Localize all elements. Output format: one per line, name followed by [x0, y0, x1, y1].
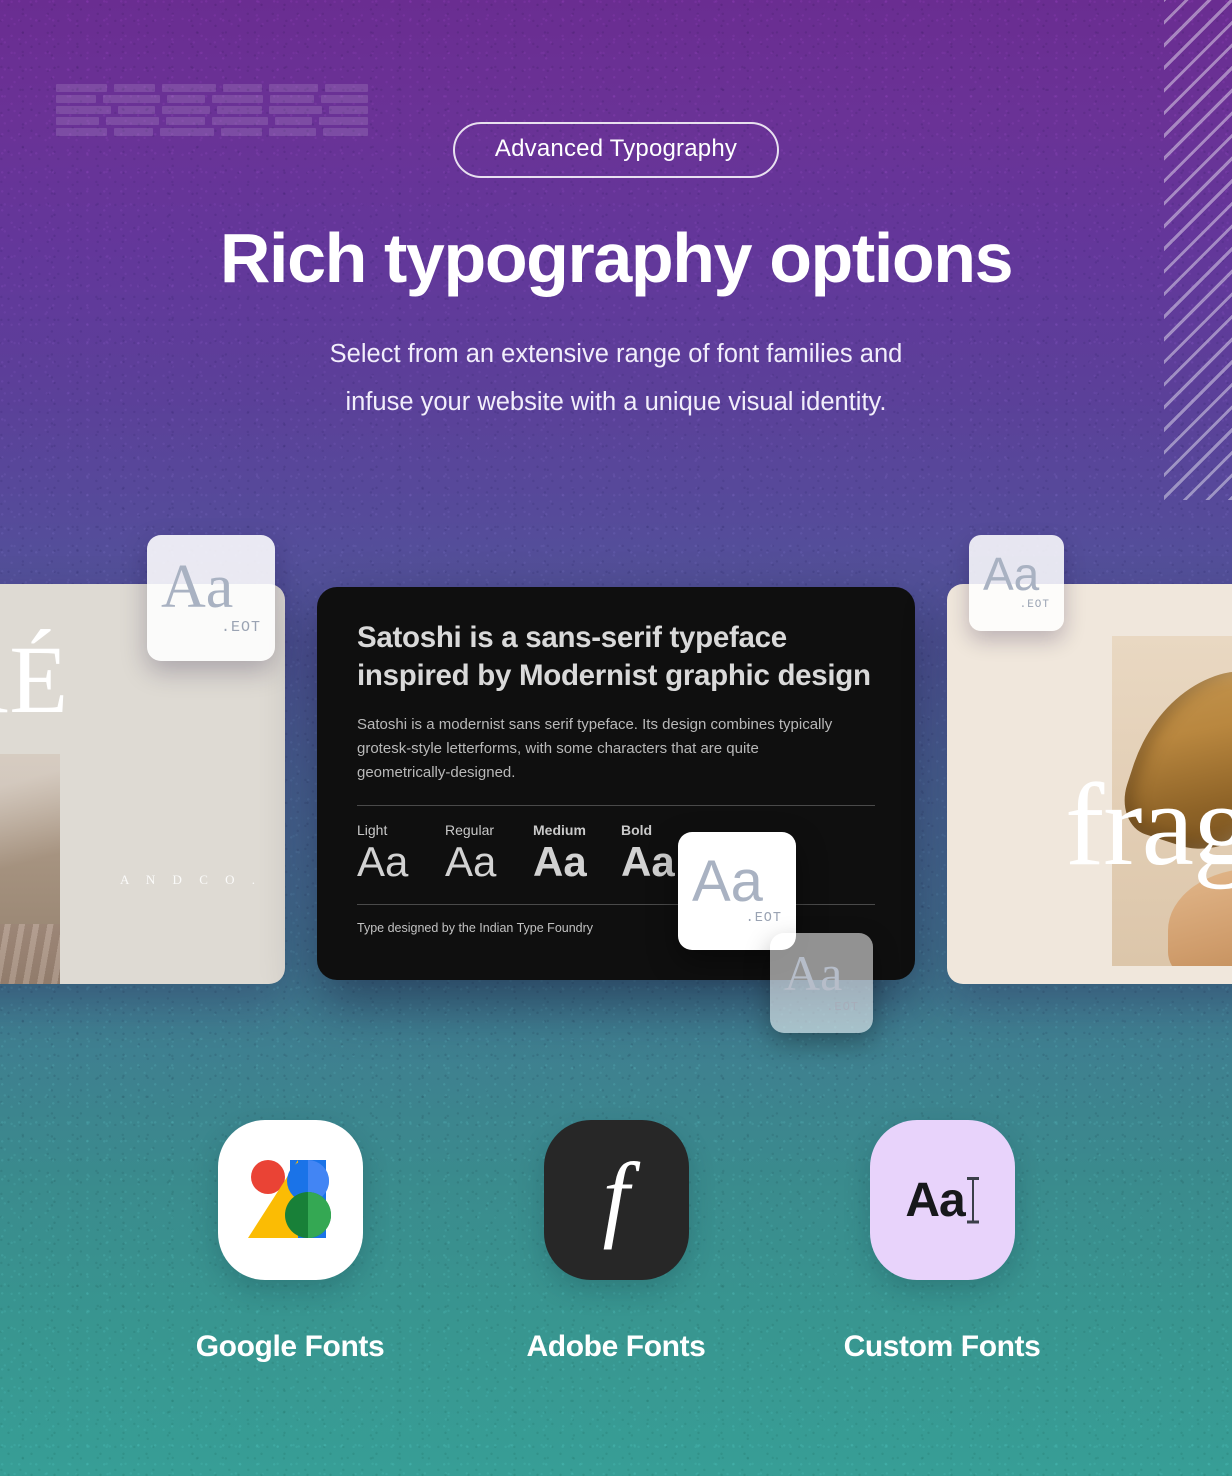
adobe-fonts-icon: f	[602, 1142, 630, 1250]
file-extension-label: .EOT	[745, 911, 782, 927]
font-source-adobe[interactable]: f Adobe Fonts	[527, 1120, 706, 1364]
weight-item-light[interactable]: Light Aa	[357, 822, 445, 884]
weight-item-medium[interactable]: Medium Aa	[533, 822, 621, 884]
font-source-label: Google Fonts	[195, 1330, 385, 1363]
page-title: Rich typography options	[219, 219, 1014, 297]
font-file-badge-eot-1[interactable]: Aa .EOT	[147, 535, 275, 661]
weight-sample: Aa	[533, 838, 587, 886]
weight-sample: Aa	[357, 838, 409, 886]
left-card-photo	[0, 754, 60, 984]
text-cursor-icon	[966, 1177, 979, 1223]
font-source-custom[interactable]: Aa Custom Fonts	[844, 1120, 1041, 1364]
hero-section: Advanced Typography Rich typography opti…	[0, 0, 1232, 426]
right-card-display-word: frag	[1065, 759, 1232, 890]
font-source-label: Custom Fonts	[843, 1330, 1041, 1363]
file-extension-label: .EOT	[220, 618, 261, 636]
satoshi-description: Satoshi is a modernist sans serif typefa…	[357, 715, 833, 782]
satoshi-specimen-card[interactable]: Satoshi is a sans-serif typeface inspire…	[317, 587, 915, 980]
satoshi-heading: Satoshi is a sans-serif typeface inspire…	[357, 621, 871, 692]
aa-glyph-icon: Aa	[692, 848, 763, 914]
subtitle-line-1: Select from an extensive range of font f…	[329, 339, 903, 368]
satoshi-divider-bottom	[357, 904, 875, 906]
left-card-display-word: ORÉ	[0, 626, 70, 733]
file-extension-label: .EOT	[1019, 598, 1050, 611]
subtitle-line-2: infuse your website with a unique visual…	[345, 387, 887, 416]
left-card-tagline: A N D C O .	[120, 872, 263, 887]
weight-name: Regular	[445, 822, 495, 839]
font-source-list: Google Fonts f Adobe Fonts Aa Custom Fon…	[0, 1120, 1232, 1364]
aa-glyph-icon: Aa	[983, 548, 1040, 601]
font-source-google[interactable]: Google Fonts	[196, 1120, 385, 1364]
satoshi-divider-top	[357, 805, 875, 807]
font-file-badge-eot-2[interactable]: Aa .EOT	[969, 535, 1064, 631]
weight-item-regular[interactable]: Regular Aa	[445, 822, 533, 884]
weight-sample: Aa	[445, 838, 497, 886]
custom-fonts-icon: Aa	[905, 1173, 965, 1227]
font-preview-card-right[interactable]: frag	[947, 584, 1232, 984]
eyebrow-badge: Advanced Typography	[452, 122, 780, 178]
file-extension-label: .EOT	[826, 999, 859, 1014]
aa-glyph-icon: Aa	[784, 945, 843, 1002]
google-fonts-tile[interactable]	[217, 1120, 363, 1280]
adobe-fonts-tile[interactable]: f	[543, 1120, 689, 1280]
font-file-badge-eot-4[interactable]: Aa .EOT	[770, 933, 873, 1033]
font-source-label: Adobe Fonts	[526, 1330, 706, 1363]
page-subtitle: Select from an extensive range of font f…	[216, 330, 1016, 427]
font-file-badge-eot-3[interactable]: Aa .EOT	[678, 832, 796, 950]
aa-glyph-icon: Aa	[161, 553, 234, 622]
weight-name: Light	[357, 822, 388, 839]
custom-fonts-tile[interactable]: Aa	[869, 1120, 1015, 1280]
google-fonts-icon	[248, 1160, 331, 1238]
satoshi-weight-list: Light Aa Regular Aa Medium Aa Bold Aa	[357, 822, 875, 884]
weight-name: Medium	[533, 822, 586, 839]
